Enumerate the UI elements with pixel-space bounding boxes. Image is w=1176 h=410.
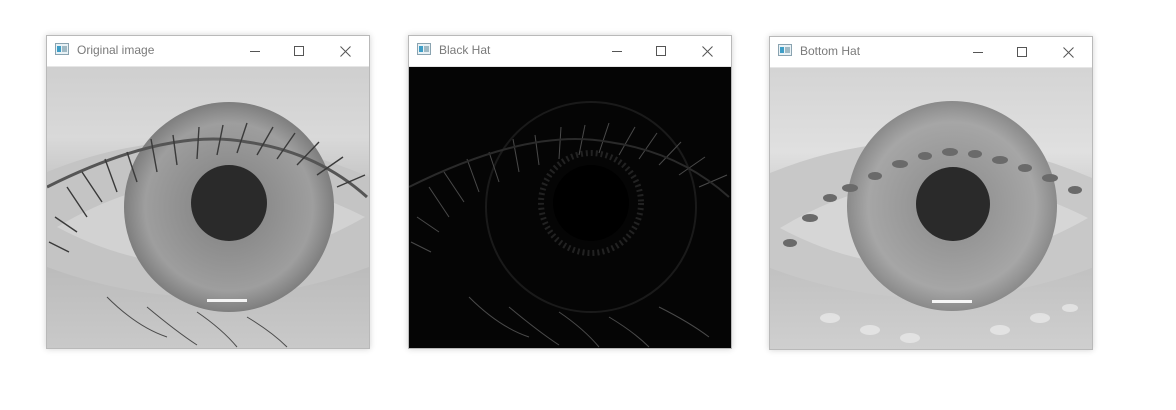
eye-image-bottom-hat [770, 68, 1092, 349]
maximize-button[interactable] [1002, 37, 1042, 67]
maximize-icon [294, 46, 304, 56]
minimize-icon [250, 51, 260, 52]
app-window-icon[interactable] [417, 43, 431, 55]
maximize-button[interactable] [279, 36, 319, 66]
minimize-button[interactable] [958, 37, 998, 67]
close-button[interactable] [1048, 37, 1088, 67]
window-title: Black Hat [439, 43, 491, 57]
title-bar[interactable]: Bottom Hat [770, 37, 1092, 68]
close-icon [701, 45, 713, 57]
maximize-button[interactable] [641, 36, 681, 66]
close-button[interactable] [687, 36, 727, 66]
window-title: Original image [77, 43, 155, 57]
image-canvas [770, 68, 1092, 349]
app-window-icon[interactable] [778, 44, 792, 56]
close-button[interactable] [325, 36, 365, 66]
minimize-button[interactable] [597, 36, 637, 66]
minimize-button[interactable] [235, 36, 275, 66]
eye-image-original [47, 67, 369, 348]
close-icon [339, 45, 351, 57]
window-black-hat[interactable]: Black Hat [408, 35, 732, 349]
window-bottom-hat[interactable]: Bottom Hat [769, 36, 1093, 350]
window-title: Bottom Hat [800, 44, 861, 58]
eye-image-black-hat [409, 67, 731, 348]
app-window-icon[interactable] [55, 43, 69, 55]
close-icon [1062, 46, 1074, 58]
minimize-icon [973, 52, 983, 53]
window-original-image[interactable]: Original image [46, 35, 370, 349]
title-bar[interactable]: Original image [47, 36, 369, 67]
title-bar[interactable]: Black Hat [409, 36, 731, 67]
maximize-icon [1017, 47, 1027, 57]
maximize-icon [656, 46, 666, 56]
minimize-icon [612, 51, 622, 52]
image-canvas [409, 67, 731, 348]
image-canvas [47, 67, 369, 348]
